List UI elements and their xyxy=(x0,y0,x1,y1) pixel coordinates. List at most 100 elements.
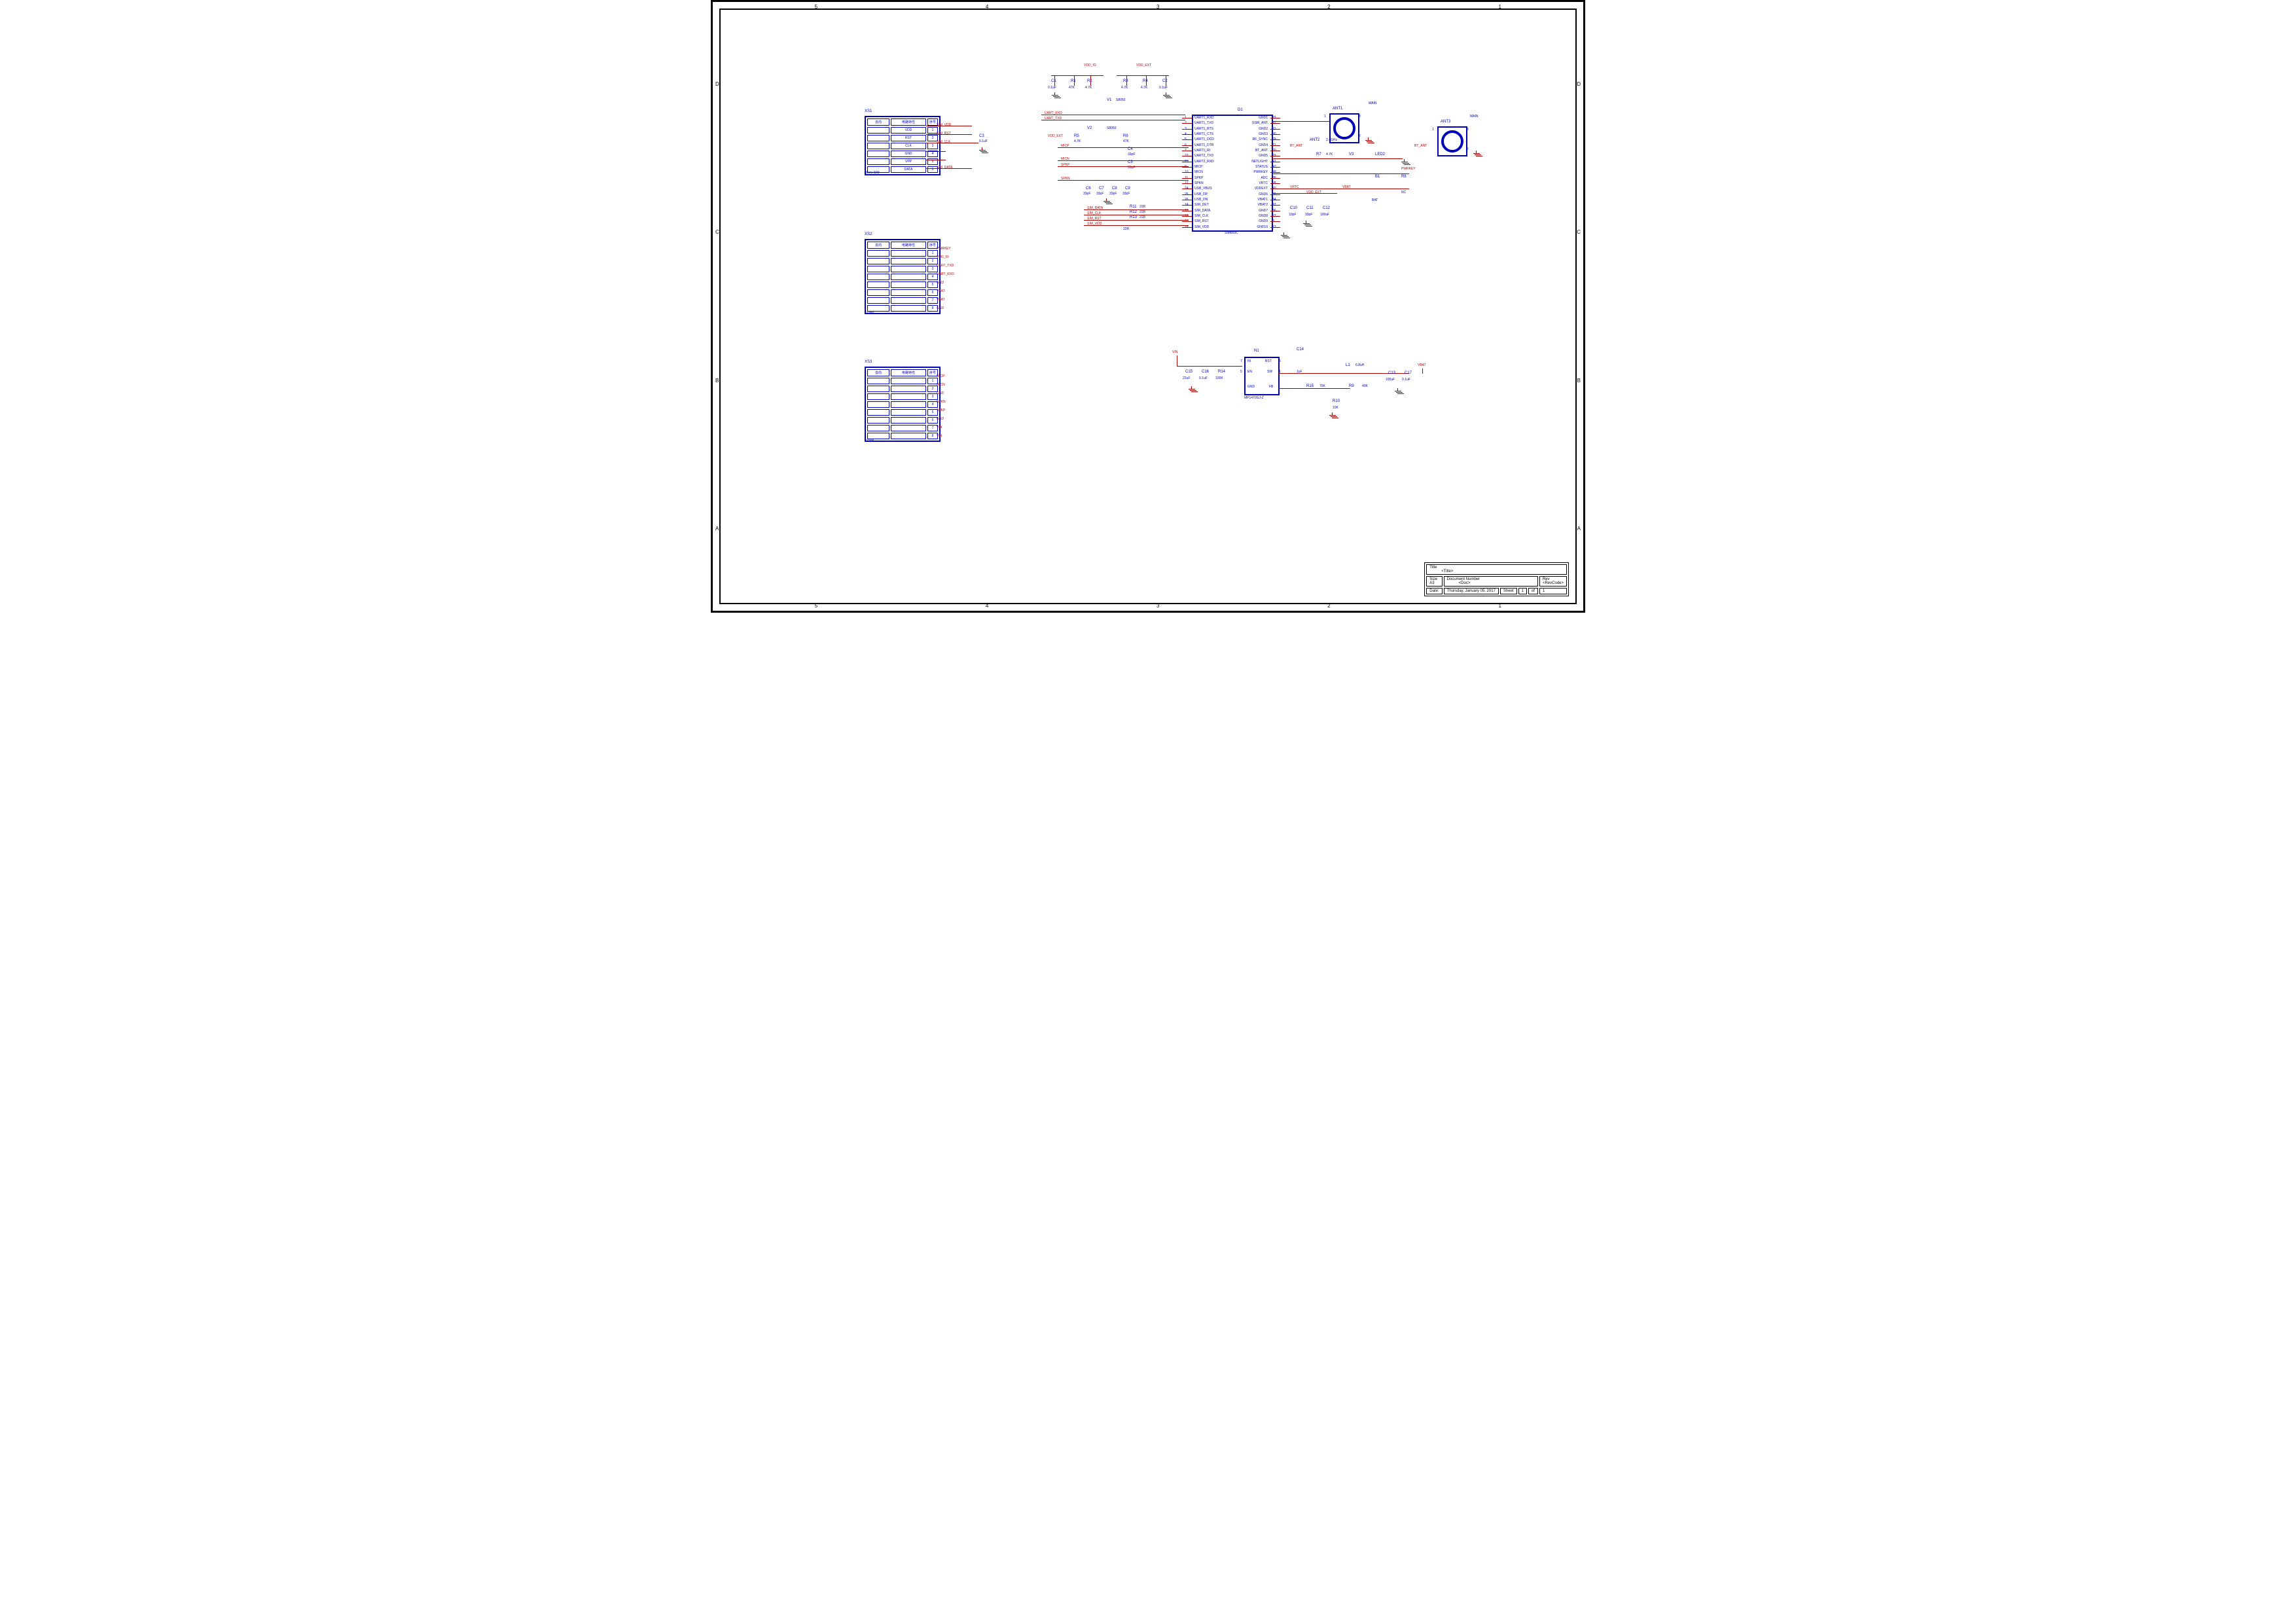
ground-icon xyxy=(1329,412,1336,418)
v1-ref: V1 xyxy=(1107,98,1111,102)
ground-icon xyxy=(1395,388,1401,393)
wire xyxy=(1270,145,1280,146)
zone-top-3: 3 xyxy=(1157,4,1159,10)
zone-bot-3: 3 xyxy=(1157,603,1159,609)
wire xyxy=(1182,221,1192,222)
d1-left-pin-name-14: USB_DP xyxy=(1194,192,1208,196)
zone-bot-1: 1 xyxy=(1498,603,1501,609)
wire xyxy=(926,168,972,169)
r7-val: 4.7K xyxy=(1326,153,1333,156)
xs2-hdr1: 电路特性 xyxy=(891,242,926,249)
wire xyxy=(1272,173,1409,174)
d1-left-pin-name-12: SPKN xyxy=(1194,181,1204,185)
d1-right-pin-name-19: GND9 xyxy=(1239,219,1268,223)
tb-date-value: Thursday, January 05, 2017 xyxy=(1447,589,1496,593)
zone-left-b: B xyxy=(715,378,719,384)
n1-in: IN xyxy=(1247,359,1251,363)
d1-right-pin-name-13: VDDEXT xyxy=(1239,187,1268,190)
ant3-ref: ANT3 xyxy=(1441,120,1450,124)
xs1-r0-name: VDD xyxy=(891,127,926,134)
zone-top-4: 4 xyxy=(986,4,988,10)
wire xyxy=(1182,216,1192,217)
ground-icon xyxy=(1103,198,1110,204)
tb-sheet-value: 1 xyxy=(1522,589,1524,593)
d1-right-pin-name-16: VBAT2 xyxy=(1239,203,1268,207)
tb-of-label: of xyxy=(1532,589,1535,593)
xs2-sig3: UART_RXD xyxy=(937,272,954,276)
r14-val: 100K xyxy=(1215,376,1223,380)
d1-left-pin-name-18: SIM_CLK xyxy=(1194,214,1208,218)
wire xyxy=(1270,134,1280,135)
d1-left-pin-name-8: UART2_RXD xyxy=(1194,160,1214,164)
r7-ref: R7 xyxy=(1316,153,1321,156)
c2-ref: C2 xyxy=(1162,79,1168,83)
ant1-ref: ANT1 xyxy=(1333,107,1342,111)
wire xyxy=(1270,129,1280,130)
r8-val: NC xyxy=(1401,190,1406,194)
c13-val: 100uF xyxy=(1386,378,1395,382)
wire xyxy=(1278,388,1350,389)
c8-ref: C8 xyxy=(1112,187,1117,190)
ground-icon xyxy=(1163,92,1170,98)
xs2-sig7: GND xyxy=(937,306,944,310)
xs3-connector: 去向电路特性序号 1 2 3 4 5 6 7 8 xyxy=(865,367,941,442)
xs3-sig3: SPKN xyxy=(937,400,946,404)
xs1-r5-name: DATA xyxy=(891,166,926,173)
net-vdd-io: VDD_IO xyxy=(1084,63,1096,67)
d1-right-pin-name-6: BT_ANT xyxy=(1239,149,1268,153)
ant1-label: MAIN xyxy=(1369,101,1377,105)
v2-val: S8050 xyxy=(1107,126,1116,130)
wire xyxy=(1182,172,1192,173)
v1-val: S8050 xyxy=(1116,98,1125,102)
r9-val: 40K xyxy=(1362,384,1368,388)
d1-left-pin-name-15: USB_DN xyxy=(1194,198,1208,202)
c15-val: 22uF xyxy=(1183,376,1190,380)
ant3-p3: 3 xyxy=(1467,128,1469,132)
wire xyxy=(1182,167,1192,168)
n1-bst: BST xyxy=(1265,359,1272,363)
n1-en-n: 5 xyxy=(1240,370,1242,374)
ground-icon xyxy=(1303,221,1310,226)
ground-icon xyxy=(1052,92,1058,98)
d1-right-pin-name-10: PWRKEY xyxy=(1239,170,1268,174)
ground-icon xyxy=(1401,159,1408,164)
r8-ref: R8 xyxy=(1401,175,1407,179)
xs2-ref: XS2 xyxy=(865,232,872,236)
xs3-sig5: GND xyxy=(937,417,944,421)
xs2-sig1: VDD_IO xyxy=(937,255,949,259)
wire xyxy=(1182,139,1192,140)
c7-ref: C7 xyxy=(1099,187,1104,190)
ground-icon xyxy=(1281,232,1287,238)
c1-ref: C1 xyxy=(1051,79,1056,83)
net-vdd-ext3: VDD_EXT xyxy=(1306,190,1321,194)
zone-bot-5: 5 xyxy=(815,603,817,609)
net-vin-top: VIN xyxy=(1172,350,1177,354)
c3-val: 0.1uF xyxy=(979,139,988,143)
c6-val: 33pF xyxy=(1083,192,1090,196)
d1-left-pin-name-10: MICN xyxy=(1194,170,1203,174)
net-bt-ant2: BT_ANT xyxy=(1414,144,1427,148)
r11-ref: R11 xyxy=(1130,205,1137,209)
wire xyxy=(1084,209,1189,210)
zone-top-2: 2 xyxy=(1327,4,1330,10)
c9-ref: C9 xyxy=(1125,187,1130,190)
wire xyxy=(1182,183,1192,184)
ground-icon xyxy=(1365,137,1372,143)
zone-right-b: B xyxy=(1577,378,1581,384)
c16-ref: C16 xyxy=(1202,370,1209,374)
wire xyxy=(1182,194,1192,195)
d1-left-pin-name-20: SIM_VDD xyxy=(1194,225,1209,229)
n1-sw: SW xyxy=(1267,370,1272,374)
c9-val: 33pF xyxy=(1122,192,1130,196)
d1-right-pin-name-11: ADC xyxy=(1239,176,1268,180)
net-bt-ant: BT_ANT xyxy=(1290,144,1302,148)
d1-right-pin-name-14: GND6 xyxy=(1239,192,1268,196)
xs1-sig0: SIM_VDD xyxy=(937,123,951,127)
v3-ref: V3 xyxy=(1349,153,1354,156)
d1-left-pin-name-4: UART1_DCD xyxy=(1194,137,1214,141)
n1-ref: N1 xyxy=(1254,349,1259,353)
d1-right-pin-name-3: GND3 xyxy=(1239,132,1268,136)
d1-right-pin-name-7: GND5 xyxy=(1239,154,1268,158)
r6-val: 47K xyxy=(1123,139,1129,143)
wire xyxy=(1270,167,1280,168)
